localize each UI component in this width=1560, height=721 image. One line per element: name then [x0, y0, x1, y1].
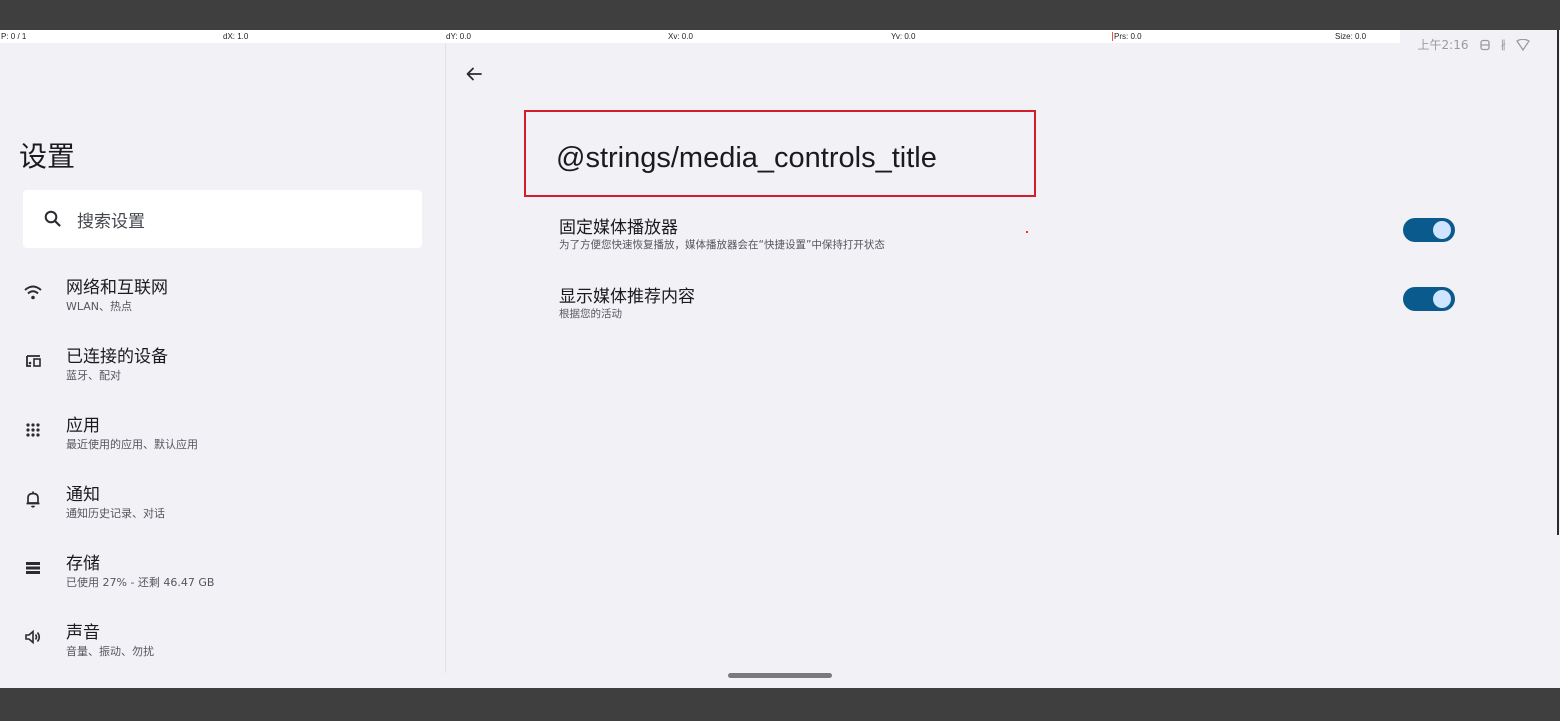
- back-arrow-icon[interactable]: [462, 62, 486, 86]
- sidebar-item-network[interactable]: 网络和互联网 WLAN、热点: [22, 273, 422, 323]
- sidebar-item-notifications[interactable]: 通知 通知历史记录、对话: [22, 480, 422, 530]
- sidebar-item-title: 网络和互联网: [66, 278, 168, 298]
- pref-show-media-recommendations[interactable]: 显示媒体推荐内容 根据您的活动: [559, 282, 1459, 326]
- touch-marker: [1026, 231, 1028, 233]
- debug-xv: Xv: 0.0: [668, 32, 693, 41]
- connected-devices-icon: [22, 350, 44, 372]
- sidebar-item-subtitle: 通知历史记录、对话: [66, 507, 165, 520]
- sidebar-item-title: 通知: [66, 485, 100, 505]
- pref-summary: 为了方便您快速恢复播放，媒体播放器会在“快捷设置”中保持打开状态: [559, 239, 885, 251]
- debug-dx: dX: 1.0: [223, 32, 249, 41]
- gesture-nav-handle[interactable]: [728, 673, 832, 678]
- sidebar-item-title: 应用: [66, 416, 100, 436]
- pref-title: 显示媒体推荐内容: [559, 287, 695, 307]
- page-title-highlight: @strings/media_controls_title: [524, 110, 1036, 197]
- storage-icon: [22, 557, 44, 579]
- toggle-knob: [1433, 290, 1451, 308]
- debug-size: Size: 0.0: [1335, 32, 1367, 41]
- status-bar: 上午2:16 ∦: [1418, 36, 1530, 53]
- sidebar-item-subtitle: 蓝牙、配对: [66, 369, 121, 382]
- search-settings-bar[interactable]: 搜索设置: [23, 190, 422, 248]
- detail-title: @strings/media_controls_title: [556, 142, 937, 174]
- sync-icon: [1479, 39, 1490, 50]
- sidebar-item-subtitle: WLAN、热点: [66, 300, 133, 313]
- page-title: 设置: [19, 140, 76, 173]
- sidebar-item-sound[interactable]: 声音 音量、振动、勿扰: [22, 618, 422, 668]
- apps-grid-icon: [22, 419, 44, 441]
- sidebar-item-title: 声音: [66, 623, 100, 643]
- sidebar-item-subtitle: 音量、振动、勿扰: [66, 645, 154, 658]
- status-time: 上午2:16: [1417, 38, 1469, 52]
- search-placeholder: 搜索设置: [77, 211, 145, 232]
- pref-pin-media-player[interactable]: 固定媒体播放器 为了方便您快速恢复播放，媒体播放器会在“快捷设置”中保持打开状态: [559, 213, 1459, 257]
- debug-yv: Yv: 0.0: [891, 32, 916, 41]
- sidebar-item-title: 已连接的设备: [66, 347, 168, 367]
- debug-pressure: Prs: 0.0: [1112, 32, 1142, 41]
- pref-summary: 根据您的活动: [559, 308, 622, 320]
- sidebar-item-subtitle: 最近使用的应用、默认应用: [66, 438, 198, 451]
- bluetooth-icon: ∦: [1500, 38, 1507, 51]
- volume-icon: [22, 626, 44, 648]
- debug-dy: dY: 0.0: [446, 32, 471, 41]
- pin-media-player-toggle[interactable]: [1403, 218, 1455, 242]
- sidebar-item-title: 存储: [66, 554, 100, 574]
- wifi-icon: [1516, 38, 1530, 51]
- settings-list-pane: 设置 搜索设置 网络和互联网 WLAN、热点 已连接的设备 蓝牙、配对 应用 最…: [0, 43, 446, 673]
- sidebar-item-storage[interactable]: 存储 已使用 27% - 还剩 46.47 GB: [22, 549, 422, 599]
- screen-edge-line: [1557, 30, 1559, 535]
- toggle-knob: [1433, 221, 1451, 239]
- search-icon: [44, 210, 61, 227]
- sidebar-item-connected-devices[interactable]: 已连接的设备 蓝牙、配对: [22, 342, 422, 392]
- wifi-icon: [22, 281, 44, 303]
- device-screen: P: 0 / 1 dX: 1.0 dY: 0.0 Xv: 0.0 Yv: 0.0…: [0, 30, 1560, 688]
- sidebar-item-subtitle: 已使用 27% - 还剩 46.47 GB: [66, 576, 215, 589]
- media-recommendations-toggle[interactable]: [1403, 287, 1455, 311]
- sidebar-item-apps[interactable]: 应用 最近使用的应用、默认应用: [22, 411, 422, 461]
- debug-pointer-count: P: 0 / 1: [1, 32, 27, 41]
- pointer-debug-bar: P: 0 / 1 dX: 1.0 dY: 0.0 Xv: 0.0 Yv: 0.0…: [0, 30, 1400, 43]
- bell-icon: [22, 488, 44, 510]
- pref-title: 固定媒体播放器: [559, 218, 678, 238]
